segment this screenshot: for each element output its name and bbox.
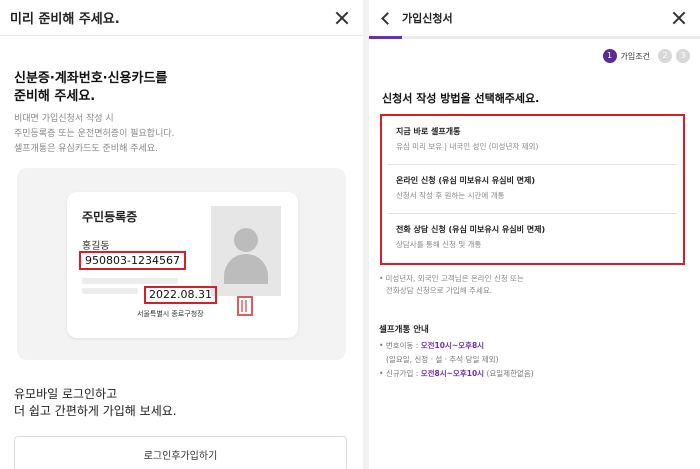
prepare-desc-line1: 비대면 가입신청서 작성 시 (14, 114, 114, 124)
person-body-shape (224, 254, 268, 284)
id-card-placeholder-bar (82, 288, 138, 294)
step-3-dot: 3 (676, 49, 690, 63)
bullet-icon: • (379, 369, 386, 378)
login-then-join-button[interactable]: 로그인후가입하기 (14, 436, 347, 469)
step-2-dot: 2 (658, 49, 672, 63)
step-1-dot: 1 (602, 49, 617, 63)
prepare-desc-line2: 주민등록증 또는 운전면허증이 필요합니다. (14, 129, 175, 139)
guide-port-exception: (일요일, 신정 · 설 · 추석 당일 제외) (386, 355, 499, 364)
step-1-label: 가입조건 (620, 51, 650, 61)
person-icon (234, 228, 258, 252)
prepare-heading: 신분증·계좌번호·신용카드를 준비해 주세요. (14, 70, 167, 106)
method-heading: 신청서 작성 방법을 선택해주세요. (382, 92, 540, 105)
option-name: 전화 상담 신청 (유심 미보유시 유심비 면제) (396, 225, 546, 234)
option-sub: 신청서 작성 후 원하는 시간에 개통 (396, 191, 505, 200)
prepare-header: 미리 준비해 주세요. (0, 0, 363, 36)
close-icon[interactable] (672, 11, 686, 25)
id-card-issuer: 서울특별시 종로구청장 (137, 310, 204, 318)
prepare-heading-line2: 준비해 주세요. (14, 89, 96, 104)
self-activation-guide: • 번호이동 : 오전10시~오후8시 (일요일, 신정 · 설 · 추석 당일… (379, 339, 534, 381)
guide-new-note: (요일제한없음) (484, 369, 534, 378)
id-card-issue-date: 2022.08.31 (144, 286, 217, 304)
option-phone-consultation[interactable]: 전화 상담 신청 (유심 미보유시 유심비 면제) 상담사를 통해 신청 및 개… (388, 214, 677, 263)
notice-line1: 미성년자, 외국인 고객님은 온라인 신청 또는 (385, 274, 524, 283)
notice-line2: 전화상담 신청으로 가입해 주세요. (386, 286, 493, 295)
login-promo: 유모바일 로그인하고 더 쉽고 간편하게 가입해 보세요. (14, 386, 177, 420)
guide-new-label: 신규가입 : (385, 369, 421, 378)
method-options: 지금 바로 셀프개통 유심 미리 보유 | 내국인 성인 (미성년자 제외) 온… (380, 114, 685, 265)
application-panel: 가입신청서 1 가입조건 2 3 신청서 작성 방법을 선택해주세요. 지금 바… (369, 0, 700, 469)
back-arrow-icon[interactable] (381, 11, 394, 25)
id-card-name: 홍길동 (82, 241, 110, 252)
prepare-header-title: 미리 준비해 주세요. (10, 12, 120, 27)
guide-port-hours: 오전10시~오후8시 (420, 341, 485, 350)
id-card-illustration: 주민등록증 홍길동 950803-1234567 2022.08.31 서울특별… (17, 168, 346, 360)
bullet-icon: • (379, 341, 386, 350)
guide-new-hours: 오전8시~오후10시 (420, 369, 485, 378)
guide-port-label: 번호이동 : (385, 341, 421, 350)
step-indicator: 1 가입조건 2 3 (602, 49, 690, 63)
option-self-activation[interactable]: 지금 바로 셀프개통 유심 미리 보유 | 내국인 성인 (미성년자 제외) (388, 116, 677, 165)
prepare-heading-line1: 신분증·계좌번호·신용카드를 (14, 71, 168, 86)
option-sub: 상담사를 통해 신청 및 개통 (396, 240, 482, 249)
self-activation-guide-title: 셀프개통 안내 (379, 325, 429, 335)
application-header-title: 가입신청서 (402, 12, 453, 25)
progress-bar-fill (369, 36, 403, 39)
progress-bar (369, 36, 700, 39)
prepare-desc-line3: 셀프개통은 유심카드도 준비해 주세요. (14, 144, 158, 154)
id-card-placeholder-bar (82, 278, 178, 284)
option-name: 온라인 신청 (유심 미보유시 유심비 면제) (396, 176, 535, 185)
prepare-description: 비대면 가입신청서 작성 시 주민등록증 또는 운전면허증이 필요합니다. 셀프… (14, 112, 175, 157)
bullet-icon: • (379, 274, 384, 283)
close-icon[interactable] (335, 11, 349, 25)
application-header: 가입신청서 (369, 0, 700, 36)
id-card-title: 주민등록증 (82, 210, 138, 224)
id-card-rrn: 950803-1234567 (79, 251, 186, 270)
id-card: 주민등록증 홍길동 950803-1234567 2022.08.31 서울특별… (67, 192, 298, 338)
option-sub: 유심 미리 보유 | 내국인 성인 (미성년자 제외) (396, 142, 539, 151)
minor-foreigner-notice: • 미성년자, 외국인 고객님은 온라인 신청 또는 전화상담 신청으로 가입해 … (379, 273, 524, 297)
login-promo-line2: 더 쉽고 간편하게 가입해 보세요. (14, 404, 177, 418)
option-name: 지금 바로 셀프개통 (396, 127, 461, 136)
id-photo-placeholder (211, 206, 281, 296)
login-promo-line1: 유모바일 로그인하고 (14, 387, 118, 401)
option-online-application[interactable]: 온라인 신청 (유심 미보유시 유심비 면제) 신청서 작성 후 원하는 시간에… (388, 165, 677, 214)
prepare-panel: 미리 준비해 주세요. 신분증·계좌번호·신용카드를 준비해 주세요. 비대면 … (0, 0, 363, 469)
seal-stamp-icon (237, 296, 253, 316)
